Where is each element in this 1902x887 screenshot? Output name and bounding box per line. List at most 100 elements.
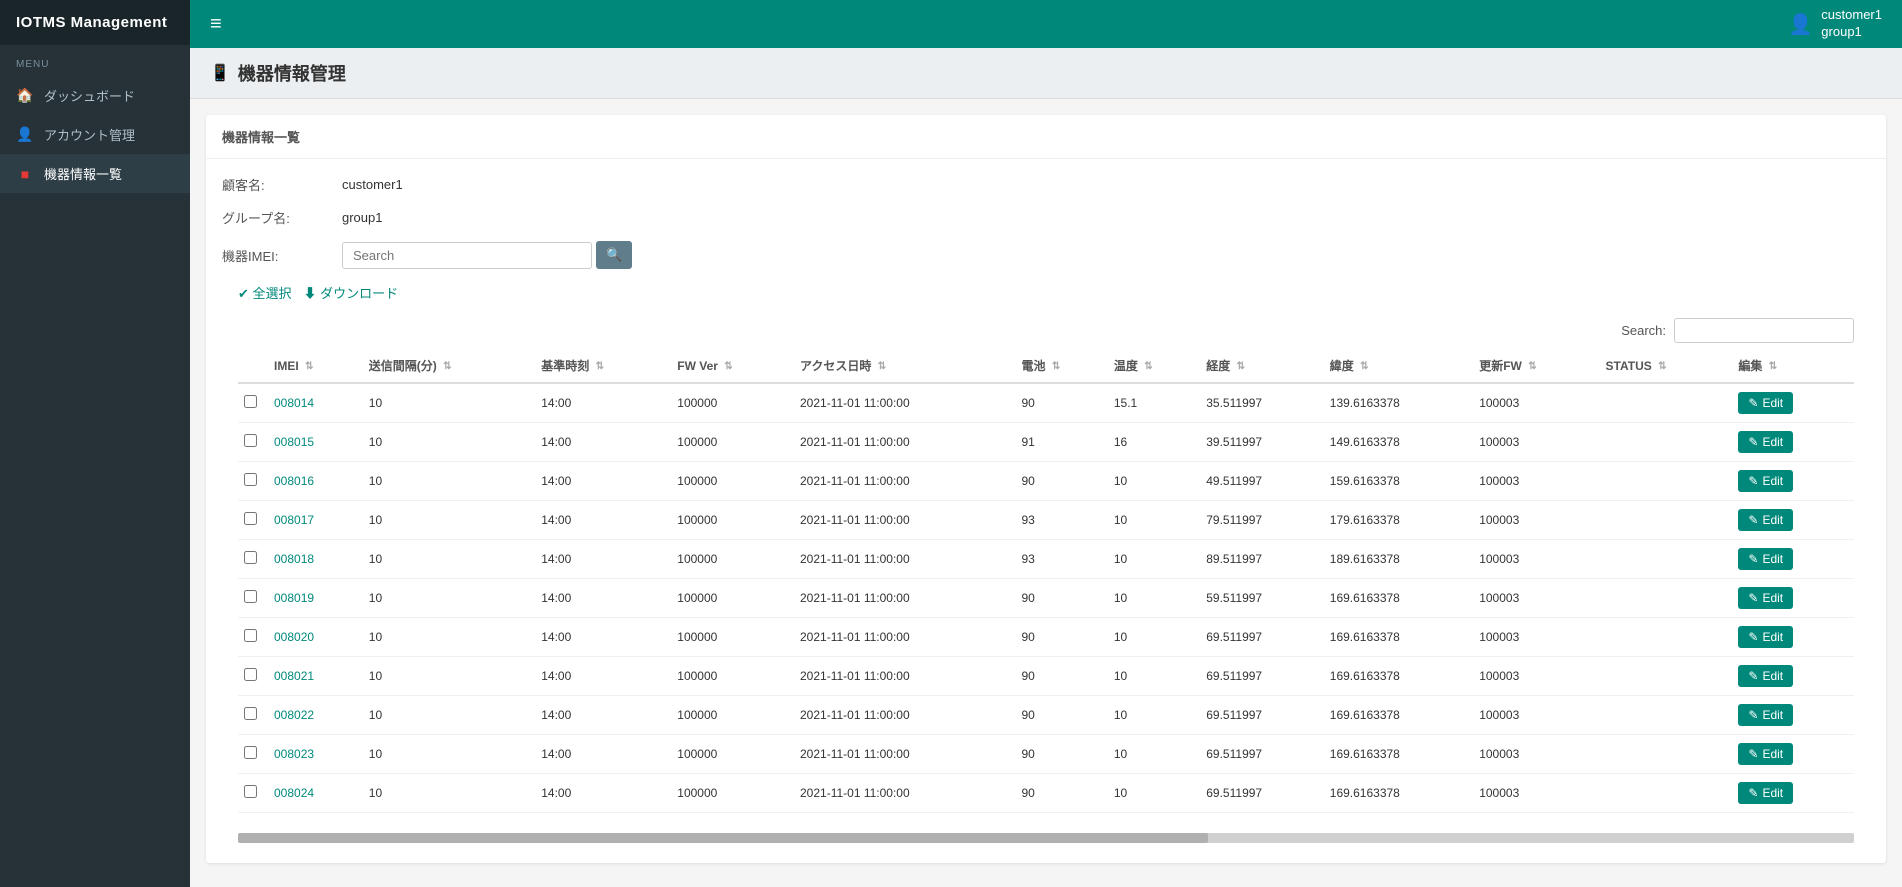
row-checkbox[interactable] [244, 746, 257, 759]
th-update-fw[interactable]: 更新FW ⇅ [1473, 349, 1599, 383]
row-longitude: 69.511997 [1200, 657, 1324, 696]
table-search-input[interactable] [1674, 318, 1854, 343]
row-checkbox-cell [238, 774, 268, 813]
imei-link[interactable]: 008021 [274, 669, 314, 683]
table-row: 008019 10 14:00 100000 2021-11-01 11:00:… [238, 579, 1854, 618]
table-search-label: Search: [1621, 323, 1666, 338]
edit-button[interactable]: ✎ Edit [1738, 743, 1793, 765]
th-temperature[interactable]: 温度 ⇅ [1108, 349, 1200, 383]
imei-link[interactable]: 008022 [274, 708, 314, 722]
row-checkbox[interactable] [244, 707, 257, 720]
sort-icon-fw-ver: ⇅ [724, 361, 732, 372]
imei-link[interactable]: 008023 [274, 747, 314, 761]
row-base-time: 14:00 [535, 462, 671, 501]
row-checkbox[interactable] [244, 395, 257, 408]
row-checkbox[interactable] [244, 785, 257, 798]
row-base-time: 14:00 [535, 618, 671, 657]
account-icon: 👤 [16, 126, 34, 143]
th-edit[interactable]: 編集 ⇅ [1732, 349, 1854, 383]
imei-link[interactable]: 008015 [274, 435, 314, 449]
row-checkbox[interactable] [244, 512, 257, 525]
imei-link[interactable]: 008020 [274, 630, 314, 644]
row-checkbox-cell [238, 579, 268, 618]
imei-link[interactable]: 008016 [274, 474, 314, 488]
row-status [1600, 696, 1733, 735]
row-checkbox[interactable] [244, 629, 257, 642]
row-longitude: 69.511997 [1200, 696, 1324, 735]
menu-label: MENU [0, 45, 190, 76]
row-temperature: 10 [1108, 579, 1200, 618]
row-access-time: 2021-11-01 11:00:00 [794, 462, 1016, 501]
th-battery[interactable]: 電池 ⇅ [1016, 349, 1108, 383]
user-info: 👤 customer1 group1 [1788, 7, 1882, 41]
row-status [1600, 501, 1733, 540]
sidebar-item-devices[interactable]: ■ 機器情報一覧 [0, 154, 190, 193]
row-battery: 90 [1016, 774, 1108, 813]
edit-button[interactable]: ✎ Edit [1738, 431, 1793, 453]
th-fw-ver[interactable]: FW Ver ⇅ [671, 349, 794, 383]
edit-button[interactable]: ✎ Edit [1738, 470, 1793, 492]
row-checkbox[interactable] [244, 473, 257, 486]
row-battery: 90 [1016, 696, 1108, 735]
row-imei: 008021 [268, 657, 363, 696]
row-status [1600, 383, 1733, 423]
row-longitude: 59.511997 [1200, 579, 1324, 618]
select-all-button[interactable]: ✔ 全選択 [238, 283, 292, 302]
customer-value: customer1 [342, 177, 403, 192]
card-header: 機器情報一覧 [206, 115, 1886, 159]
horizontal-scrollbar[interactable] [238, 833, 1854, 843]
imei-link[interactable]: 008017 [274, 513, 314, 527]
imei-search-input[interactable] [342, 242, 592, 269]
row-access-time: 2021-11-01 11:00:00 [794, 696, 1016, 735]
imei-link[interactable]: 008018 [274, 552, 314, 566]
edit-button[interactable]: ✎ Edit [1738, 704, 1793, 726]
imei-link[interactable]: 008019 [274, 591, 314, 605]
row-checkbox[interactable] [244, 590, 257, 603]
sidebar-item-dashboard[interactable]: 🏠 ダッシュボード [0, 76, 190, 115]
action-row: ✔ 全選択 ⬇ ダウンロード [222, 283, 1870, 302]
hamburger-menu[interactable]: ≡ [210, 13, 222, 36]
row-base-time: 14:00 [535, 383, 671, 423]
row-edit-cell: ✎ Edit [1732, 462, 1854, 501]
imei-search-button[interactable]: 🔍 [596, 241, 632, 269]
th-imei[interactable]: IMEI ⇅ [268, 349, 363, 383]
row-update-fw: 100003 [1473, 696, 1599, 735]
row-checkbox[interactable] [244, 668, 257, 681]
th-status[interactable]: STATUS ⇅ [1600, 349, 1733, 383]
edit-button[interactable]: ✎ Edit [1738, 626, 1793, 648]
row-checkbox[interactable] [244, 434, 257, 447]
th-base-time[interactable]: 基準時刻 ⇅ [535, 349, 671, 383]
edit-button[interactable]: ✎ Edit [1738, 665, 1793, 687]
table-body: 008014 10 14:00 100000 2021-11-01 11:00:… [238, 383, 1854, 813]
table-row: 008014 10 14:00 100000 2021-11-01 11:00:… [238, 383, 1854, 423]
row-imei: 008017 [268, 501, 363, 540]
row-update-fw: 100003 [1473, 540, 1599, 579]
th-latitude[interactable]: 緯度 ⇅ [1324, 349, 1473, 383]
edit-button[interactable]: ✎ Edit [1738, 782, 1793, 804]
row-temperature: 10 [1108, 657, 1200, 696]
table-search-row: Search: [222, 312, 1870, 349]
sidebar-item-account[interactable]: 👤 アカウント管理 [0, 115, 190, 154]
th-interval[interactable]: 送信間隔(分) ⇅ [363, 349, 535, 383]
group-value: group1 [342, 210, 382, 225]
row-base-time: 14:00 [535, 696, 671, 735]
row-checkbox[interactable] [244, 551, 257, 564]
row-base-time: 14:00 [535, 540, 671, 579]
app-title: IOTMS Management [16, 14, 167, 31]
row-latitude: 169.6163378 [1324, 657, 1473, 696]
imei-link[interactable]: 008014 [274, 396, 314, 410]
row-imei: 008020 [268, 618, 363, 657]
th-longitude[interactable]: 経度 ⇅ [1200, 349, 1324, 383]
th-access-time[interactable]: アクセス日時 ⇅ [794, 349, 1016, 383]
row-interval: 10 [363, 735, 535, 774]
row-checkbox-cell [238, 657, 268, 696]
download-button[interactable]: ⬇ ダウンロード [304, 283, 399, 302]
imei-label: 機器IMEI: [222, 246, 342, 265]
edit-button[interactable]: ✎ Edit [1738, 587, 1793, 609]
edit-button[interactable]: ✎ Edit [1738, 548, 1793, 570]
imei-link[interactable]: 008024 [274, 786, 314, 800]
row-edit-cell: ✎ Edit [1732, 657, 1854, 696]
edit-button[interactable]: ✎ Edit [1738, 392, 1793, 414]
edit-button[interactable]: ✎ Edit [1738, 509, 1793, 531]
row-status [1600, 579, 1733, 618]
